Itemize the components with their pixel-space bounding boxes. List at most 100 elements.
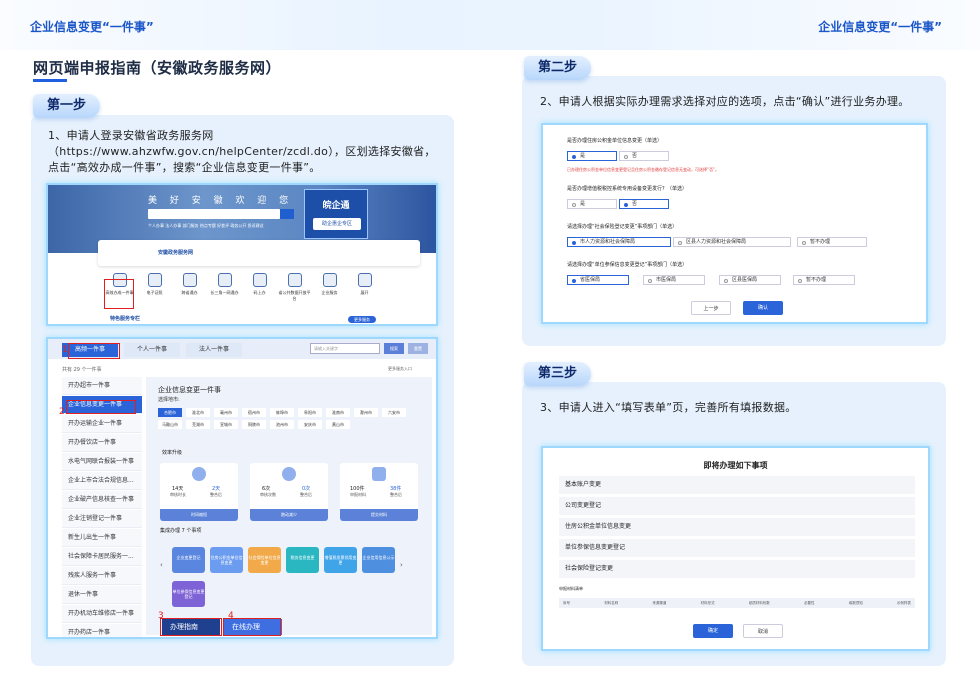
list-item[interactable]: 开办机动车维修店一件事 — [62, 605, 142, 623]
list-item[interactable]: 企业破产信息核查一件事 — [62, 491, 142, 509]
matter-tile[interactable]: 住房公积金单位信息变更 — [210, 547, 243, 573]
notice-card: 安徽政务服务网 — [98, 240, 420, 266]
highlight-list-item — [66, 400, 136, 414]
city-option[interactable]: 宿州市 — [242, 408, 266, 417]
city-option[interactable]: 阜阳市 — [298, 408, 322, 417]
banner-search-button[interactable] — [280, 209, 294, 219]
service-icon-item[interactable]: 跨省通办 — [172, 273, 207, 302]
list-item[interactable]: 企业注销登记一件事 — [62, 510, 142, 528]
city-option[interactable]: 芜湖市 — [186, 420, 210, 429]
service-icon-item[interactable]: 展开 — [347, 273, 382, 302]
step1-text: 1、申请人登录安徽省政务服务网（https://www.ahzwfw.gov.c… — [48, 129, 436, 174]
certificate-icon — [147, 273, 162, 287]
city-option[interactable]: 淮南市 — [326, 408, 350, 417]
list-item: 公司变更登记 — [559, 497, 915, 515]
list-item[interactable]: 新生儿出生一件事 — [62, 529, 142, 547]
matter-tile[interactable]: 单位参保信息变更登记 — [172, 581, 205, 607]
q3-option-1[interactable]: 市人力资源和社会保障局 — [567, 237, 671, 247]
list-item[interactable]: 退休一件事 — [62, 586, 142, 604]
city-option[interactable]: 蚌埠市 — [270, 408, 294, 417]
q4-option-1[interactable]: 省医保局 — [567, 275, 629, 285]
matter-title: 企业信息变更一件事 — [158, 386, 221, 394]
chevron-left-icon[interactable]: ‹ — [160, 561, 163, 569]
form-title: 即将办理如下事项 — [703, 461, 768, 470]
page-header: 企业信息变更“一件事” 企业信息变更“一件事” — [0, 0, 980, 50]
city-option[interactable]: 滁州市 — [354, 408, 378, 417]
list-item[interactable]: 开办超市一件事 — [62, 377, 142, 395]
cancel-button[interactable]: 取消 — [743, 624, 783, 638]
q1-option-no[interactable]: 否 — [619, 151, 669, 161]
q3-option-2[interactable]: 区县人力资源和社会保障局 — [673, 237, 791, 247]
list-item[interactable]: 开办药店一件事 — [62, 624, 142, 637]
screenshot-fill-form: 即将办理如下事项 基本账户变更 公司变更登记 住房公积金单位信息变更 单位参保信… — [541, 446, 930, 651]
stat-footer: 时间缩短 — [160, 509, 238, 521]
notice-brand: 安徽政务服务网 — [158, 250, 194, 256]
banner-search-input[interactable] — [148, 209, 280, 219]
wqt-title: 皖企通 — [322, 201, 350, 211]
city-option[interactable]: 亳州市 — [214, 408, 238, 417]
service-icon-item[interactable]: 长三角一网通办 — [207, 273, 242, 302]
list-item: 住房公积金单位信息变更 — [559, 518, 915, 536]
list-item[interactable]: 开办运输企业一件事 — [62, 415, 142, 433]
banner-title: 美 好 安 徽 欢 迎 您 — [148, 196, 294, 206]
q1-warning: 已办理住房公积金单位信息变更登记且住房公积金缴存登记信息无变动，可选择“否”。 — [567, 167, 720, 172]
city-option[interactable]: 铜陵市 — [242, 420, 266, 429]
all-services-link[interactable]: 更多服务入口 — [388, 366, 412, 372]
header-right-title: 企业信息变更“一件事” — [818, 20, 942, 34]
document-icon — [322, 273, 337, 287]
city-option[interactable]: 马鞍山市 — [158, 420, 182, 429]
matter-tile[interactable]: 税务信息变更 — [286, 547, 319, 573]
chevron-right-icon[interactable]: › — [400, 561, 403, 569]
list-item: 基本账户变更 — [559, 476, 915, 494]
city-option[interactable]: 六安市 — [382, 408, 406, 417]
screenshot-homepage: 美 好 安 徽 欢 迎 您 个人办事 法人办事 部门服务 热点专题 好差评 政务… — [46, 183, 438, 326]
more-services-button[interactable]: 更多服务 — [348, 316, 376, 323]
city-option[interactable]: 宣城市 — [214, 420, 238, 429]
city-option[interactable]: 池州市 — [270, 420, 294, 429]
matter-search-input[interactable]: 请输入关键字 — [310, 343, 380, 354]
matter-reset-button[interactable]: 重置 — [408, 343, 428, 354]
ok-button[interactable]: 确定 — [693, 624, 733, 638]
screenshot-matter-list: 高频一件事 个人一件事 法人一件事 请输入关键字 搜索 重置 1 共有 29 个… — [46, 337, 438, 639]
city-option[interactable]: 合肥市 — [158, 408, 182, 417]
service-icon-item[interactable]: 省公共数据开放平台 — [277, 273, 312, 302]
service-icon-item[interactable]: 企业服务 — [312, 273, 347, 302]
city-option[interactable]: 安庆市 — [298, 420, 322, 429]
region-label: 选择地市: — [158, 397, 180, 403]
list-item[interactable]: 水电气网联合报装一件事 — [62, 453, 142, 471]
service-icon-item[interactable]: 电子证照 — [137, 273, 172, 302]
q4-option-2[interactable]: 市医保局 — [643, 275, 705, 285]
stat-card: 14天 审核时长 2天 整合后 时间缩短 — [160, 463, 238, 521]
tab-corporate[interactable]: 法人一件事 — [186, 343, 242, 357]
step3-text: 3、申请人进入“填写表单”页，完善所有填报数据。 — [540, 401, 797, 414]
material-label: 申报材料清单 — [559, 586, 583, 591]
list-item[interactable]: 残疾人服务一件事 — [62, 567, 142, 585]
q1-option-yes[interactable]: 是 — [567, 151, 617, 161]
matter-tile[interactable]: 企业变更登记 — [172, 547, 205, 573]
q4-option-3[interactable]: 区县医保局 — [719, 275, 781, 285]
list-item[interactable]: 社会保障卡居民服务一... — [62, 548, 142, 566]
matter-search-button[interactable]: 搜索 — [384, 343, 404, 354]
material-table-header: 序号 材料名称 来源渠道 材料形式 纸质材料份数 必要性 填报须知 示例样表 — [559, 598, 915, 608]
step2-text: 2、申请人根据实际办理需求选择对应的选项，点击“确认”进行业务办理。 — [540, 95, 910, 108]
city-option[interactable]: 黄山市 — [326, 420, 350, 429]
list-item[interactable]: 企业上市合法合规信息... — [62, 472, 142, 490]
q2-option-no[interactable]: 否 — [619, 199, 669, 209]
monitor-icon — [182, 273, 197, 287]
q2-option-yes[interactable]: 是 — [567, 199, 617, 209]
monitor-icon — [217, 273, 232, 287]
confirm-button[interactable]: 确认 — [743, 301, 783, 315]
city-option[interactable]: 淮北市 — [186, 408, 210, 417]
list-item[interactable]: 开办餐饮店一件事 — [62, 434, 142, 452]
wqt-box[interactable]: 皖企通 助企惠企专区 — [304, 189, 368, 239]
q3-option-3[interactable]: 暂不办理 — [797, 237, 867, 247]
matter-tile[interactable]: 增值税发票领用变更 — [324, 547, 357, 573]
prev-step-button[interactable]: 上一步 — [691, 301, 731, 315]
tab-personal[interactable]: 个人一件事 — [124, 343, 180, 357]
clock-icon — [192, 467, 206, 481]
matter-tile[interactable]: 社会保险单位信息变更 — [248, 547, 281, 573]
q4-option-4[interactable]: 暂不办理 — [793, 275, 855, 285]
featured-label: 特色服务专栏 — [110, 316, 141, 322]
service-icon-item[interactable]: 码上办 — [242, 273, 277, 302]
matter-tile[interactable]: 企业信用信息公示 — [362, 547, 395, 573]
